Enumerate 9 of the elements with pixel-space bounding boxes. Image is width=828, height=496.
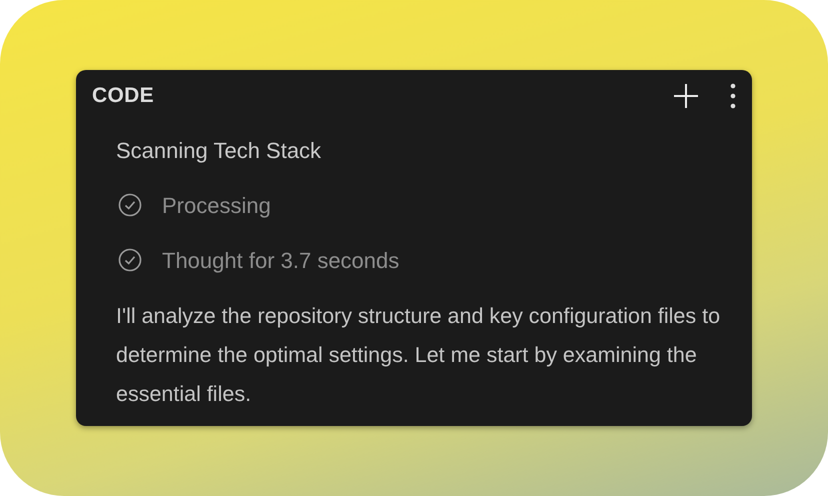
step-label: Processing [162,192,271,220]
message-text: I'll analyze the repository structure and key configuration files to determine the optimal settings. Let me start by examining the essential files. [116,302,722,408]
panel-title: CODE [92,83,154,109]
step-label: Thought for 3.7 seconds [162,246,400,275]
add-button[interactable] [672,82,700,110]
plus-icon [672,82,700,110]
task-title: Scanning Tech Stack [116,136,322,165]
more-icon [730,82,736,109]
more-button[interactable] [730,82,736,109]
